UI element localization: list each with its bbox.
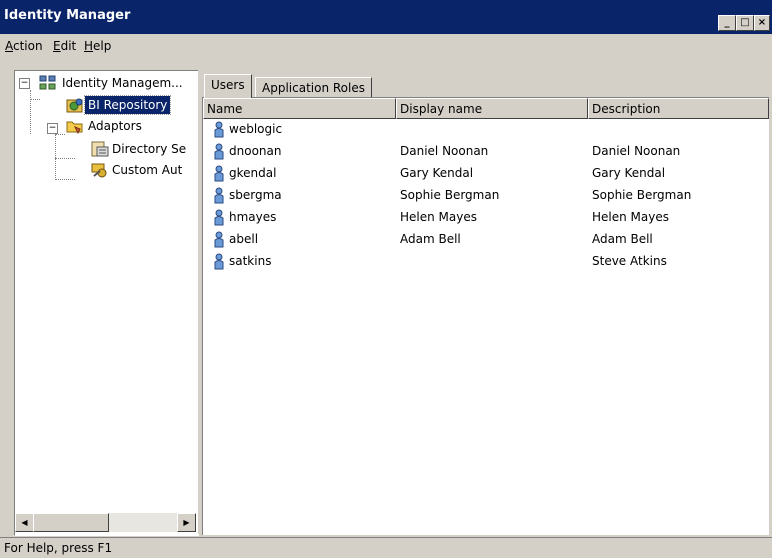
user-name: satkins xyxy=(229,254,272,268)
user-icon xyxy=(214,187,224,204)
user-description: Adam Bell xyxy=(592,232,653,246)
tree-item-adaptors[interactable]: Adaptors xyxy=(85,117,145,135)
tree-pane[interactable]: − Identity Managem... BI Repository − Ad… xyxy=(14,70,199,536)
scroll-left-button[interactable]: ◀ xyxy=(15,513,34,532)
tree-connector xyxy=(55,158,75,159)
user-row[interactable]: dnoonan Daniel Noonan Daniel Noonan xyxy=(203,141,769,162)
user-row[interactable]: weblogic xyxy=(203,119,769,140)
user-description: Steve Atkins xyxy=(592,254,667,268)
user-icon xyxy=(214,121,224,138)
menu-help[interactable]: Help xyxy=(84,39,111,53)
user-icon xyxy=(214,143,224,160)
minimize-button[interactable]: _ xyxy=(718,15,736,31)
maximize-button[interactable]: □ xyxy=(736,15,754,31)
user-name: abell xyxy=(229,232,259,246)
user-name: weblogic xyxy=(229,122,283,136)
user-description: Gary Kendal xyxy=(592,166,666,180)
tree-connector xyxy=(55,134,65,135)
column-header-name[interactable]: Name xyxy=(203,98,396,119)
column-header-description[interactable]: Description xyxy=(588,98,769,119)
tree-item-label: BI Repository xyxy=(83,95,172,115)
close-button[interactable]: × xyxy=(754,15,770,31)
user-name: hmayes xyxy=(229,210,277,224)
user-display-name: Gary Kendal xyxy=(400,166,474,180)
tree-connector xyxy=(55,134,56,180)
custom-authenticator-icon xyxy=(91,163,107,178)
users-list[interactable]: Name Display name Description weblogic dn… xyxy=(202,97,769,535)
user-icon xyxy=(214,165,224,182)
window-title: Identity Manager xyxy=(4,8,131,23)
user-display-name: Adam Bell xyxy=(400,232,461,246)
bi-repository-icon xyxy=(66,98,83,113)
menu-edit-mnemonic: E xyxy=(53,39,61,53)
user-display-name: Sophie Bergman xyxy=(400,188,500,202)
user-row[interactable]: abell Adam Bell Adam Bell xyxy=(203,229,769,250)
menu-help-label: elp xyxy=(93,39,112,53)
identity-manager-window: Identity Manager _ □ × Action Edit Help … xyxy=(0,0,772,558)
menu-action-mnemonic: A xyxy=(5,39,13,53)
tree-adaptors-collapse-toggle[interactable]: − xyxy=(47,123,58,134)
menu-edit[interactable]: Edit xyxy=(53,39,76,53)
menu-action[interactable]: Action xyxy=(5,39,43,53)
directory-server-icon xyxy=(91,141,109,157)
tree-item-label: Adaptors xyxy=(88,119,142,133)
menu-edit-label: dit xyxy=(60,39,77,53)
tree-connector xyxy=(55,179,75,180)
scroll-thumb[interactable] xyxy=(33,513,109,532)
tree-item-label: Custom Aut xyxy=(112,163,183,177)
user-row[interactable]: hmayes Helen Mayes Helen Mayes xyxy=(203,207,769,228)
user-icon xyxy=(214,231,224,248)
tree-connector xyxy=(30,99,40,100)
user-name: dnoonan xyxy=(229,144,282,158)
menu-action-label: ction xyxy=(13,39,43,53)
user-name: gkendal xyxy=(229,166,277,180)
tree-item-custom-authenticator[interactable]: Custom Aut xyxy=(109,161,185,179)
tree-connector xyxy=(30,90,31,134)
status-bar: For Help, press F1 xyxy=(0,537,772,558)
user-name: sbergma xyxy=(229,188,282,202)
scroll-right-button[interactable]: ▶ xyxy=(177,513,196,532)
title-bar[interactable]: Identity Manager _ □ × xyxy=(0,0,772,34)
user-display-name: Daniel Noonan xyxy=(400,144,489,158)
tree-item-label: Identity Managem... xyxy=(62,76,183,90)
identity-store-icon xyxy=(39,75,56,90)
user-description: Helen Mayes xyxy=(592,210,669,224)
tab-users[interactable]: Users xyxy=(204,74,252,98)
tree-horizontal-scrollbar[interactable]: ◀ ▶ xyxy=(15,513,196,532)
column-header-display-name[interactable]: Display name xyxy=(396,98,588,119)
menu-bar: Action Edit Help xyxy=(0,34,772,58)
user-row[interactable]: sbergma Sophie Bergman Sophie Bergman xyxy=(203,185,769,206)
adaptors-folder-icon xyxy=(66,121,83,134)
status-text: For Help, press F1 xyxy=(4,541,113,555)
user-row[interactable]: gkendal Gary Kendal Gary Kendal xyxy=(203,163,769,184)
user-display-name: Helen Mayes xyxy=(400,210,477,224)
tree-item-label: Directory Se xyxy=(112,142,187,156)
user-icon xyxy=(214,253,224,270)
user-description: Sophie Bergman xyxy=(592,188,692,202)
menu-help-mnemonic: H xyxy=(84,39,94,53)
user-icon xyxy=(214,209,224,226)
tree-item-identity-management[interactable]: Identity Managem... xyxy=(59,74,186,92)
tree-root-collapse-toggle[interactable]: − xyxy=(19,78,30,89)
tree-item-directory-server[interactable]: Directory Se xyxy=(109,140,189,158)
user-row[interactable]: satkins Steve Atkins xyxy=(203,251,769,272)
user-description: Daniel Noonan xyxy=(592,144,681,158)
tree-item-bi-repository[interactable]: BI Repository xyxy=(83,95,172,115)
tab-application-roles[interactable]: Application Roles xyxy=(255,77,372,98)
